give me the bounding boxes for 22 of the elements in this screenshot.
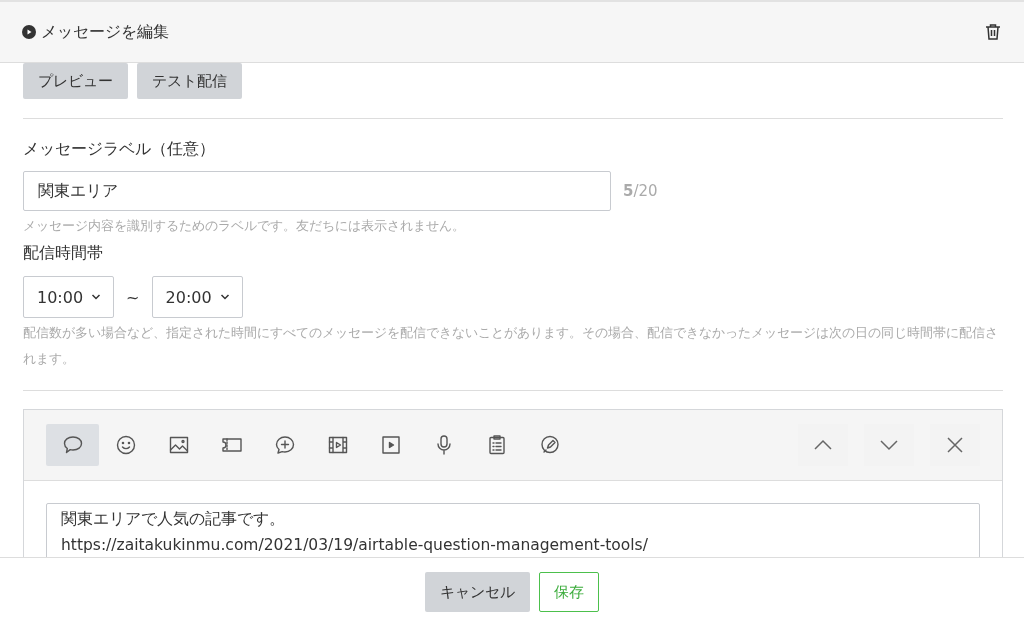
action-button[interactable]: テスト配信 — [137, 63, 242, 99]
field-label: メッセージラベル（任意） — [23, 139, 215, 160]
chevron-up-icon — [813, 439, 833, 451]
chevron-down-icon — [91, 294, 102, 300]
label-input[interactable]: 関東エリア — [23, 171, 611, 211]
play-circle-icon — [22, 25, 36, 39]
toolbar-button[interactable] — [46, 424, 99, 466]
close-icon — [947, 437, 963, 453]
page-title: メッセージを編集 — [41, 21, 169, 43]
char-counter: 5/20 — [623, 182, 658, 200]
message-field[interactable]: 関東エリアで人気の記事です。 https://zaitakukinmu.com/2021/03/19/airtable-question-management-tools/ — [46, 503, 980, 557]
chevron-down-icon — [879, 439, 899, 451]
trash-icon[interactable] — [984, 23, 1002, 41]
hint-text: 配信数が多い場合など、指定された時間にすべてのメッセージを配信できないことがあります。その場合、配信できなかったメッセージは次の日の同じ時間帯に配信されます。 — [23, 324, 999, 368]
field-label: 配信時間帯 — [23, 243, 103, 264]
range-separator: ~ — [126, 287, 140, 307]
cancel-button[interactable]: キャンセル — [425, 572, 530, 612]
chevron-down-icon — [219, 294, 230, 300]
time-select[interactable]: 10:00 — [23, 276, 115, 318]
action-button[interactable]: プレビュー — [23, 63, 128, 99]
time-select[interactable]: 20:00 — [151, 276, 243, 318]
hint-text: メッセージ内容を識別するためのラベルです。友だちには表示されません。 — [23, 217, 465, 235]
